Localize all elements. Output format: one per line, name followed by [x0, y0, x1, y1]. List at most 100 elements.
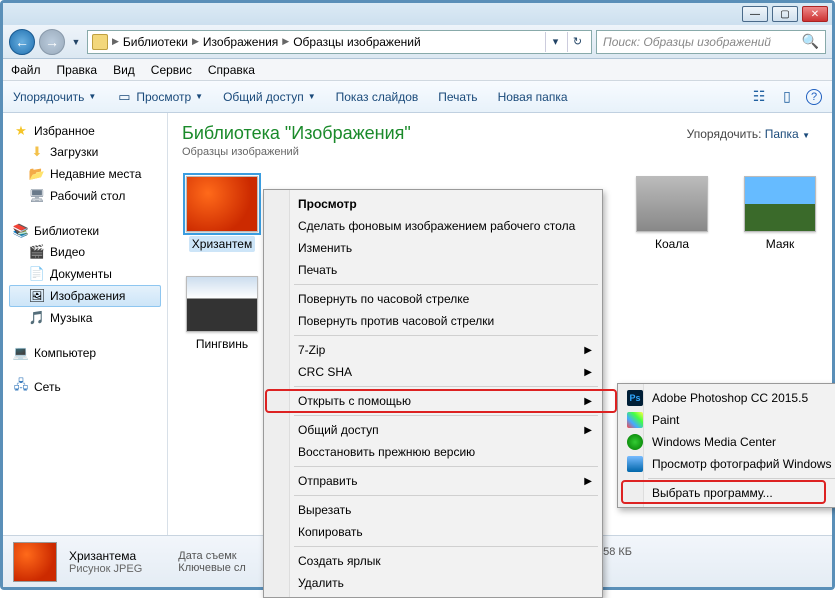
thumbnail-label: Маяк [763, 236, 798, 252]
sidebar-documents[interactable]: 📄Документы [9, 263, 161, 285]
context-menu-item[interactable]: Вырезать [266, 499, 600, 521]
thumbnail-image [744, 176, 816, 232]
thumbnail-label: Хризантем [189, 236, 255, 252]
new-folder-button[interactable]: Новая папка [498, 90, 568, 104]
open-with-submenu: PsAdobe Photoshop CC 2015.5PaintWindows … [617, 383, 835, 508]
titlebar: — ▢ ✕ [3, 3, 832, 25]
menu-file[interactable]: Файл [11, 63, 41, 77]
back-button[interactable]: ← [9, 29, 35, 55]
minimize-button[interactable]: — [742, 6, 768, 22]
thumbnail-item[interactable]: Хризантем [182, 176, 262, 252]
video-icon: 🎬 [29, 244, 45, 260]
submenu-item[interactable]: Выбрать программу... [620, 482, 835, 504]
thumbnail-item[interactable]: Пингвинь [182, 276, 262, 352]
sidebar-downloads[interactable]: ⬇Загрузки [9, 141, 161, 163]
organize-button[interactable]: Упорядочить▼ [13, 90, 96, 104]
sidebar-music[interactable]: 🎵Музыка [9, 307, 161, 329]
context-menu-item[interactable]: Просмотр [266, 193, 600, 215]
share-button[interactable]: Общий доступ▼ [223, 90, 316, 104]
recent-icon: 📂 [29, 166, 45, 182]
menu-view[interactable]: Вид [113, 63, 135, 77]
network-icon: 🖧 [13, 379, 29, 395]
media-center-icon [627, 434, 643, 450]
history-dropdown[interactable]: ▼ [69, 30, 83, 54]
details-thumbnail [13, 542, 57, 582]
submenu-arrow-icon: ▶ [584, 367, 592, 378]
paint-icon [627, 412, 643, 428]
context-menu-item[interactable]: Изменить [266, 237, 600, 259]
sort-control[interactable]: Упорядочить: Папка ▼ [687, 127, 810, 141]
explorer-window: — ▢ ✕ ← → ▼ ▶ Библиотеки ▶ Изображения ▶… [0, 0, 835, 590]
breadcrumb-1[interactable]: Изображения [203, 35, 278, 49]
context-menu-item[interactable]: Повернуть по часовой стрелке [266, 288, 600, 310]
search-icon[interactable]: 🔍 [802, 33, 819, 50]
computer-icon: 💻 [13, 345, 29, 361]
forward-button[interactable]: → [39, 29, 65, 55]
preview-button[interactable]: ▭Просмотр▼ [116, 89, 203, 105]
preview-pane-button[interactable]: ▯ [778, 88, 796, 106]
close-button[interactable]: ✕ [802, 6, 828, 22]
context-menu-item[interactable]: Повернуть против часовой стрелки [266, 310, 600, 332]
print-button[interactable]: Печать [438, 90, 477, 104]
slideshow-button[interactable]: Показ слайдов [336, 90, 419, 104]
submenu-arrow-icon: ▶ [584, 476, 592, 487]
thumbnail-item[interactable]: Коала [632, 176, 712, 252]
context-menu: ПросмотрСделать фоновым изображением раб… [263, 189, 603, 598]
folder-icon [92, 34, 108, 50]
libraries-group[interactable]: 📚Библиотеки [9, 221, 161, 241]
sidebar-pictures[interactable]: 🖼Изображения [9, 285, 161, 307]
details-title: Хризантема [69, 549, 142, 563]
breadcrumb-2[interactable]: Образцы изображений [293, 35, 420, 49]
sidebar-recent[interactable]: 📂Недавние места [9, 163, 161, 185]
context-menu-item[interactable]: Создать ярлык [266, 550, 600, 572]
view-options-button[interactable]: ☷ [750, 88, 768, 106]
sidebar-desktop[interactable]: 🖥Рабочий стол [9, 185, 161, 207]
context-menu-item[interactable]: Копировать [266, 521, 600, 543]
context-menu-item[interactable]: Отправить▶ [266, 470, 600, 492]
photo-viewer-icon [627, 456, 643, 472]
downloads-icon: ⬇ [29, 144, 45, 160]
navbar: ← → ▼ ▶ Библиотеки ▶ Изображения ▶ Образ… [3, 25, 832, 59]
sidebar-videos[interactable]: 🎬Видео [9, 241, 161, 263]
address-dropdown[interactable]: ▾ [545, 32, 565, 52]
context-menu-item[interactable]: Удалить [266, 572, 600, 594]
context-menu-item[interactable]: Открыть с помощью▶ [266, 390, 600, 412]
submenu-item[interactable]: Paint [620, 409, 835, 431]
address-bar[interactable]: ▶ Библиотеки ▶ Изображения ▶ Образцы изо… [87, 30, 592, 54]
breadcrumb-0[interactable]: Библиотеки [123, 35, 188, 49]
refresh-button[interactable]: ↻ [567, 32, 587, 52]
details-type: Рисунок JPEG [69, 563, 142, 575]
submenu-item[interactable]: Windows Media Center [620, 431, 835, 453]
monitor-icon: ▭ [116, 89, 132, 105]
computer-group[interactable]: 💻Компьютер [9, 343, 161, 363]
submenu-item[interactable]: Просмотр фотографий Windows [620, 453, 835, 475]
context-menu-item[interactable]: Печать [266, 259, 600, 281]
thumbnail-item[interactable]: Маяк [740, 176, 820, 252]
libraries-icon: 📚 [13, 223, 29, 239]
menu-tools[interactable]: Сервис [151, 63, 192, 77]
context-menu-item[interactable]: 7-Zip▶ [266, 339, 600, 361]
context-menu-item[interactable]: Сделать фоновым изображением рабочего ст… [266, 215, 600, 237]
search-placeholder: Поиск: Образцы изображений [603, 35, 771, 49]
context-menu-item[interactable]: Общий доступ▶ [266, 419, 600, 441]
favorites-group[interactable]: ★Избранное [9, 121, 161, 141]
help-button[interactable]: ? [806, 89, 822, 105]
submenu-arrow-icon: ▶ [584, 396, 592, 407]
submenu-arrow-icon: ▶ [584, 425, 592, 436]
context-menu-item[interactable]: Восстановить прежнюю версию [266, 441, 600, 463]
search-input[interactable]: Поиск: Образцы изображений 🔍 [596, 30, 826, 54]
network-group[interactable]: 🖧Сеть [9, 377, 161, 397]
menu-help[interactable]: Справка [208, 63, 255, 77]
thumbnail-label: Пингвинь [193, 336, 251, 352]
submenu-item[interactable]: PsAdobe Photoshop CC 2015.5 [620, 387, 835, 409]
toolbar: Упорядочить▼ ▭Просмотр▼ Общий доступ▼ По… [3, 81, 832, 113]
pictures-icon: 🖼 [29, 288, 45, 304]
details-keys-label: Ключевые сл [178, 562, 246, 574]
music-icon: 🎵 [29, 310, 45, 326]
menu-edit[interactable]: Правка [57, 63, 98, 77]
desktop-icon: 🖥 [29, 188, 45, 204]
maximize-button[interactable]: ▢ [772, 6, 798, 22]
thumbnail-image [186, 276, 258, 332]
thumbnail-image [186, 176, 258, 232]
context-menu-item[interactable]: CRC SHA▶ [266, 361, 600, 383]
